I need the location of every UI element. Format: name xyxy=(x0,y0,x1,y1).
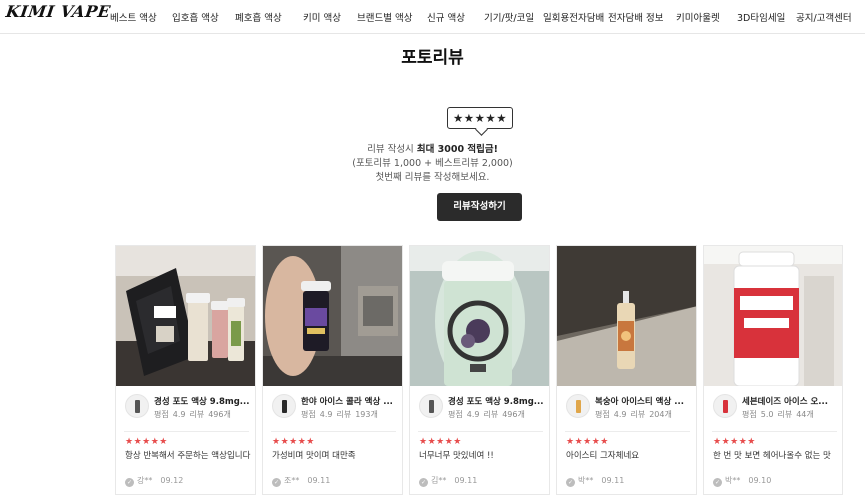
write-review-button[interactable]: 리뷰작성하기 xyxy=(437,193,522,221)
review-stars: ★★★★★ xyxy=(125,437,168,447)
review-author: ✓ 박** 09.11 xyxy=(566,476,625,487)
product-meta: 평점 4.9 리뷰 496개 xyxy=(154,410,231,419)
review-stars: ★★★★★ xyxy=(272,437,315,447)
nav-ecig-info[interactable]: 전자담배 정보 xyxy=(608,10,663,24)
product-info[interactable]: 한야 아이스 콜라 액상 ... 평점 4.9 리뷰 193개 xyxy=(263,386,402,431)
promo-line-3: 첫번째 리뷰를 작성해보세요. xyxy=(375,172,490,183)
product-info[interactable]: 경성 포도 액상 9.8mg... 평점 4.9 리뷰 496개 xyxy=(410,386,549,431)
page-title: 포토리뷰 xyxy=(401,48,464,68)
review-card[interactable]: 경성 포도 액상 9.8mg... 평점 4.9 리뷰 496개 ★★★★★ 너무너무… xyxy=(409,245,550,495)
review-photo[interactable] xyxy=(704,246,842,386)
product-name[interactable]: 한야 아이스 콜라 액상 ... xyxy=(301,395,401,407)
product-info[interactable]: 경성 포도 액상 9.8mg... 평점 4.9 리뷰 496개 xyxy=(116,386,255,431)
nav-best-liquid[interactable]: 베스트 액상 xyxy=(110,10,157,24)
review-card[interactable]: 경성 포도 액상 9.8mg... 평점 4.9 리뷰 496개 ★★★★★ 항상 반… xyxy=(115,245,256,495)
product-meta: 평점 5.0 리뷰 44개 xyxy=(742,410,814,419)
review-author: ✓ 강** 09.12 xyxy=(125,476,184,487)
review-text: 너무너무 맛있네여 !! xyxy=(419,451,494,461)
promo-line-2: (포토리뷰 1,000 + 베스트리뷰 2,000) xyxy=(352,158,513,169)
product-thumbnail xyxy=(566,394,590,418)
divider xyxy=(124,431,249,432)
divider xyxy=(418,431,543,432)
product-name[interactable]: 경성 포도 액상 9.8mg... xyxy=(154,395,254,407)
nav-notice-cs[interactable]: 공지/고객센터 xyxy=(796,10,852,24)
verified-check-icon: ✓ xyxy=(566,478,575,487)
review-card[interactable]: 한야 아이스 콜라 액상 ... 평점 4.9 리뷰 193개 ★★★★★ 가성비며 … xyxy=(262,245,403,495)
nav-new-liquid[interactable]: 신규 액상 xyxy=(427,10,465,24)
divider xyxy=(271,431,396,432)
review-stars: ★★★★★ xyxy=(566,437,609,447)
product-name[interactable]: 경성 포도 액상 9.8mg... xyxy=(448,395,548,407)
review-card[interactable]: 복숭아 아이스티 액상 ... 평점 4.9 리뷰 204개 ★★★★★ 아이스티 그… xyxy=(556,245,697,495)
review-photo[interactable] xyxy=(557,246,696,386)
review-text: 항상 반복해서 주문하는 액상입니다 xyxy=(125,451,251,461)
review-photo[interactable] xyxy=(410,246,549,386)
product-thumbnail xyxy=(272,394,296,418)
site-logo[interactable]: KIMI VAPE xyxy=(5,2,112,21)
review-photo[interactable] xyxy=(116,246,255,386)
verified-check-icon: ✓ xyxy=(125,478,134,487)
nav-timesale[interactable]: 3D타임세일 xyxy=(737,10,785,24)
product-info[interactable]: 세븐데이즈 아이스 오... 평점 5.0 리뷰 44개 xyxy=(704,386,842,431)
review-card[interactable]: 세븐데이즈 아이스 오... 평점 5.0 리뷰 44개 ★★★★★ 한 번 맛 보면… xyxy=(703,245,843,495)
product-thumbnail xyxy=(419,394,443,418)
divider xyxy=(712,431,837,432)
nav-kimi-liquid[interactable]: 키미 액상 xyxy=(303,10,341,24)
product-thumbnail xyxy=(125,394,149,418)
review-photo[interactable] xyxy=(263,246,402,386)
rating-stars-bubble: ★★★★★ xyxy=(447,107,513,129)
product-meta: 평점 4.9 리뷰 193개 xyxy=(301,410,378,419)
product-thumbnail xyxy=(713,394,737,418)
verified-check-icon: ✓ xyxy=(419,478,428,487)
verified-check-icon: ✓ xyxy=(272,478,281,487)
review-author: ✓ 조** 09.11 xyxy=(272,476,331,487)
product-info[interactable]: 복숭아 아이스티 액상 ... 평점 4.9 리뷰 204개 xyxy=(557,386,696,431)
site-header: KIMI VAPE 베스트 액상 입호흡 액상 폐호흡 액상 키미 액상 브랜드… xyxy=(0,0,865,34)
product-name[interactable]: 복숭아 아이스티 액상 ... xyxy=(595,395,695,407)
nav-devices[interactable]: 기기/팟/코일 xyxy=(484,10,534,24)
promo-line-1: 리뷰 작성시 최대 3000 적립금! xyxy=(367,144,498,155)
review-text: 아이스티 그자체네요 xyxy=(566,451,640,461)
review-text: 한 번 맛 보면 헤어나올수 없는 맛 xyxy=(713,451,831,461)
nav-brand-liquid[interactable]: 브랜드별 액상 xyxy=(357,10,412,24)
verified-check-icon: ✓ xyxy=(713,478,722,487)
divider xyxy=(565,431,690,432)
product-meta: 평점 4.9 리뷰 496개 xyxy=(448,410,525,419)
review-stars: ★★★★★ xyxy=(713,437,756,447)
product-meta: 평점 4.9 리뷰 204개 xyxy=(595,410,672,419)
nav-mtl-liquid[interactable]: 입호흡 액상 xyxy=(172,10,219,24)
review-author: ✓ 김** 09.11 xyxy=(419,476,478,487)
nav-disposable[interactable]: 일회용전자담배 xyxy=(543,10,604,24)
nav-dtl-liquid[interactable]: 폐호흡 액상 xyxy=(235,10,282,24)
review-author: ✓ 박** 09.10 xyxy=(713,476,772,487)
review-stars: ★★★★★ xyxy=(419,437,462,447)
nav-outlet[interactable]: 키미아울렛 xyxy=(676,10,720,24)
review-text: 가성비며 맛이며 대만족 xyxy=(272,451,356,461)
product-name[interactable]: 세븐데이즈 아이스 오... xyxy=(742,395,842,407)
